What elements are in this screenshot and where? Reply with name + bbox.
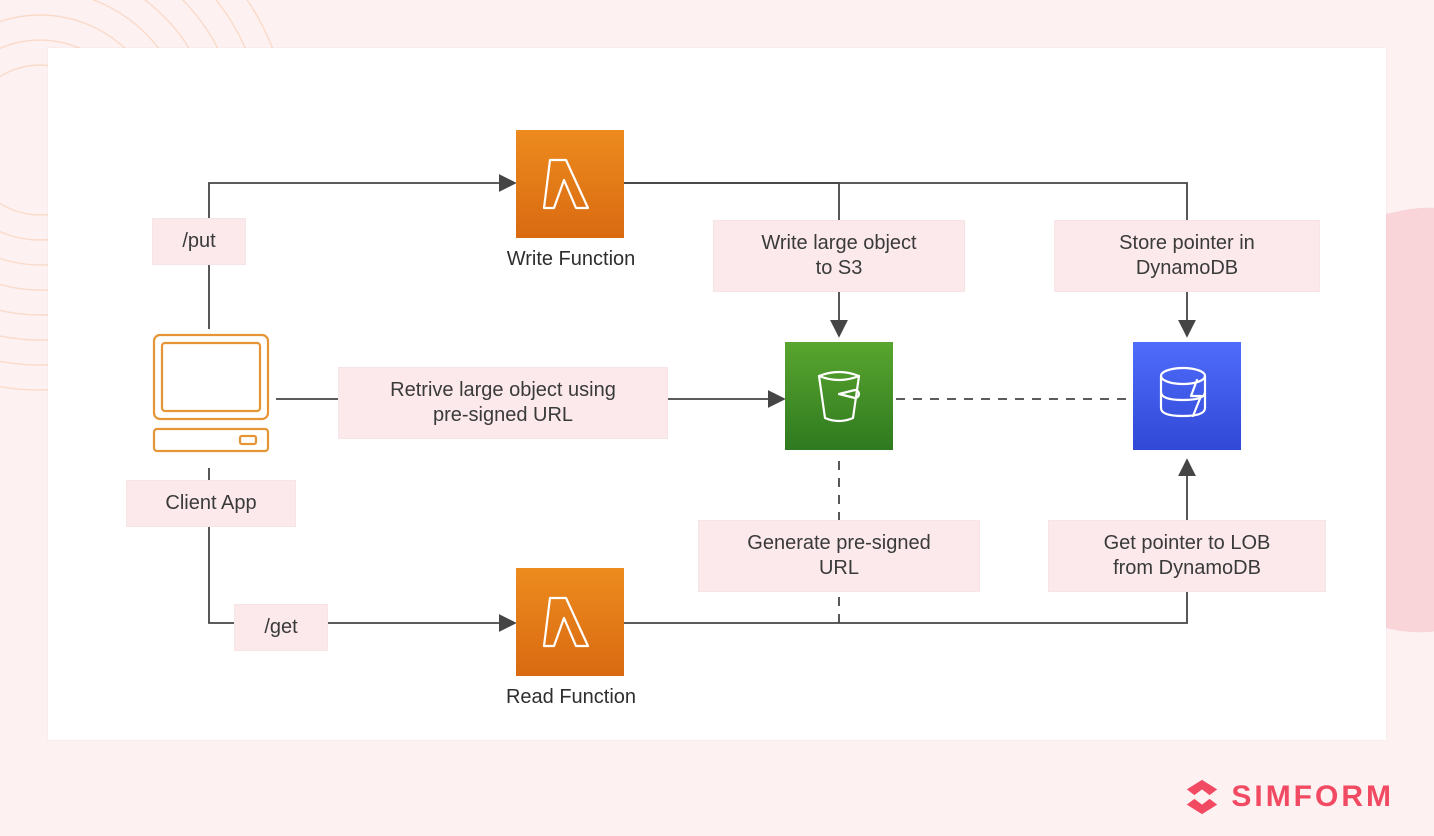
lambda-read-icon xyxy=(516,568,624,676)
simform-logo: SIMFORM xyxy=(1183,778,1394,816)
get-pointer-label: Get pointer to LOB from DynamoDB xyxy=(1048,520,1326,592)
write-to-s3-label: Write large object to S3 xyxy=(713,220,965,292)
s3-bucket-icon xyxy=(785,342,893,450)
read-function-caption: Read Function xyxy=(488,686,654,709)
client-app-label: Client App xyxy=(126,480,296,527)
write-function-caption: Write Function xyxy=(488,248,654,271)
dynamodb-icon xyxy=(1133,342,1241,450)
put-route-label: /put xyxy=(152,218,246,265)
diagram-card: Client App /put /get Retrive large objec… xyxy=(48,48,1386,740)
client-app-icon xyxy=(146,329,276,469)
get-route-label: /get xyxy=(234,604,328,651)
simform-mark-icon xyxy=(1183,778,1221,816)
simform-wordmark: SIMFORM xyxy=(1231,780,1394,814)
lambda-write-icon xyxy=(516,130,624,238)
generate-url-label: Generate pre-signed URL xyxy=(698,520,980,592)
retrieve-label: Retrive large object using pre-signed UR… xyxy=(338,367,668,439)
store-pointer-label: Store pointer in DynamoDB xyxy=(1054,220,1320,292)
